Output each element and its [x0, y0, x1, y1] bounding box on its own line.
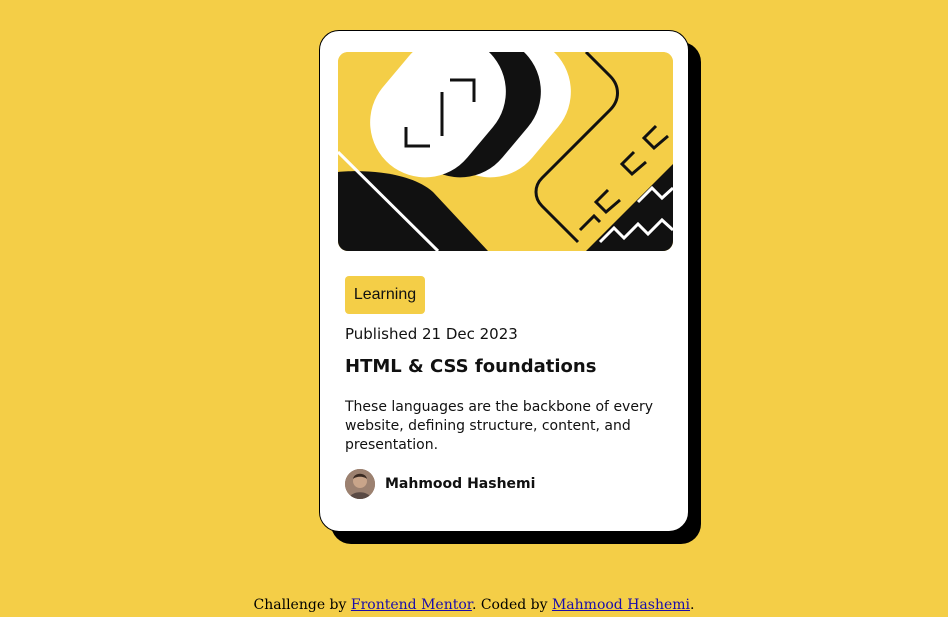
publish-date: Published 21 Dec 2023 — [345, 325, 518, 343]
avatar — [345, 469, 375, 499]
attribution-suffix: . — [690, 597, 695, 613]
attribution-prefix: Challenge by — [253, 597, 351, 613]
hero-illustration — [338, 52, 673, 251]
author-name: Mahmood Hashemi — [385, 476, 536, 492]
author-avatar-icon — [345, 469, 375, 499]
category-tag: Learning — [345, 276, 425, 314]
attribution-footer: Challenge by Frontend Mentor. Coded by M… — [0, 597, 948, 613]
frontend-mentor-link[interactable]: Frontend Mentor — [351, 597, 472, 613]
abstract-illustration-icon — [338, 52, 673, 251]
blog-preview-card: Learning Published 21 Dec 2023 HTML & CS… — [319, 30, 689, 532]
article-title[interactable]: HTML & CSS foundations — [345, 356, 596, 377]
author-info: Mahmood Hashemi — [345, 469, 535, 499]
attribution-middle: . Coded by — [471, 597, 552, 613]
author-link[interactable]: Mahmood Hashemi — [552, 597, 690, 613]
article-description: These languages are the backbone of ever… — [345, 399, 653, 453]
